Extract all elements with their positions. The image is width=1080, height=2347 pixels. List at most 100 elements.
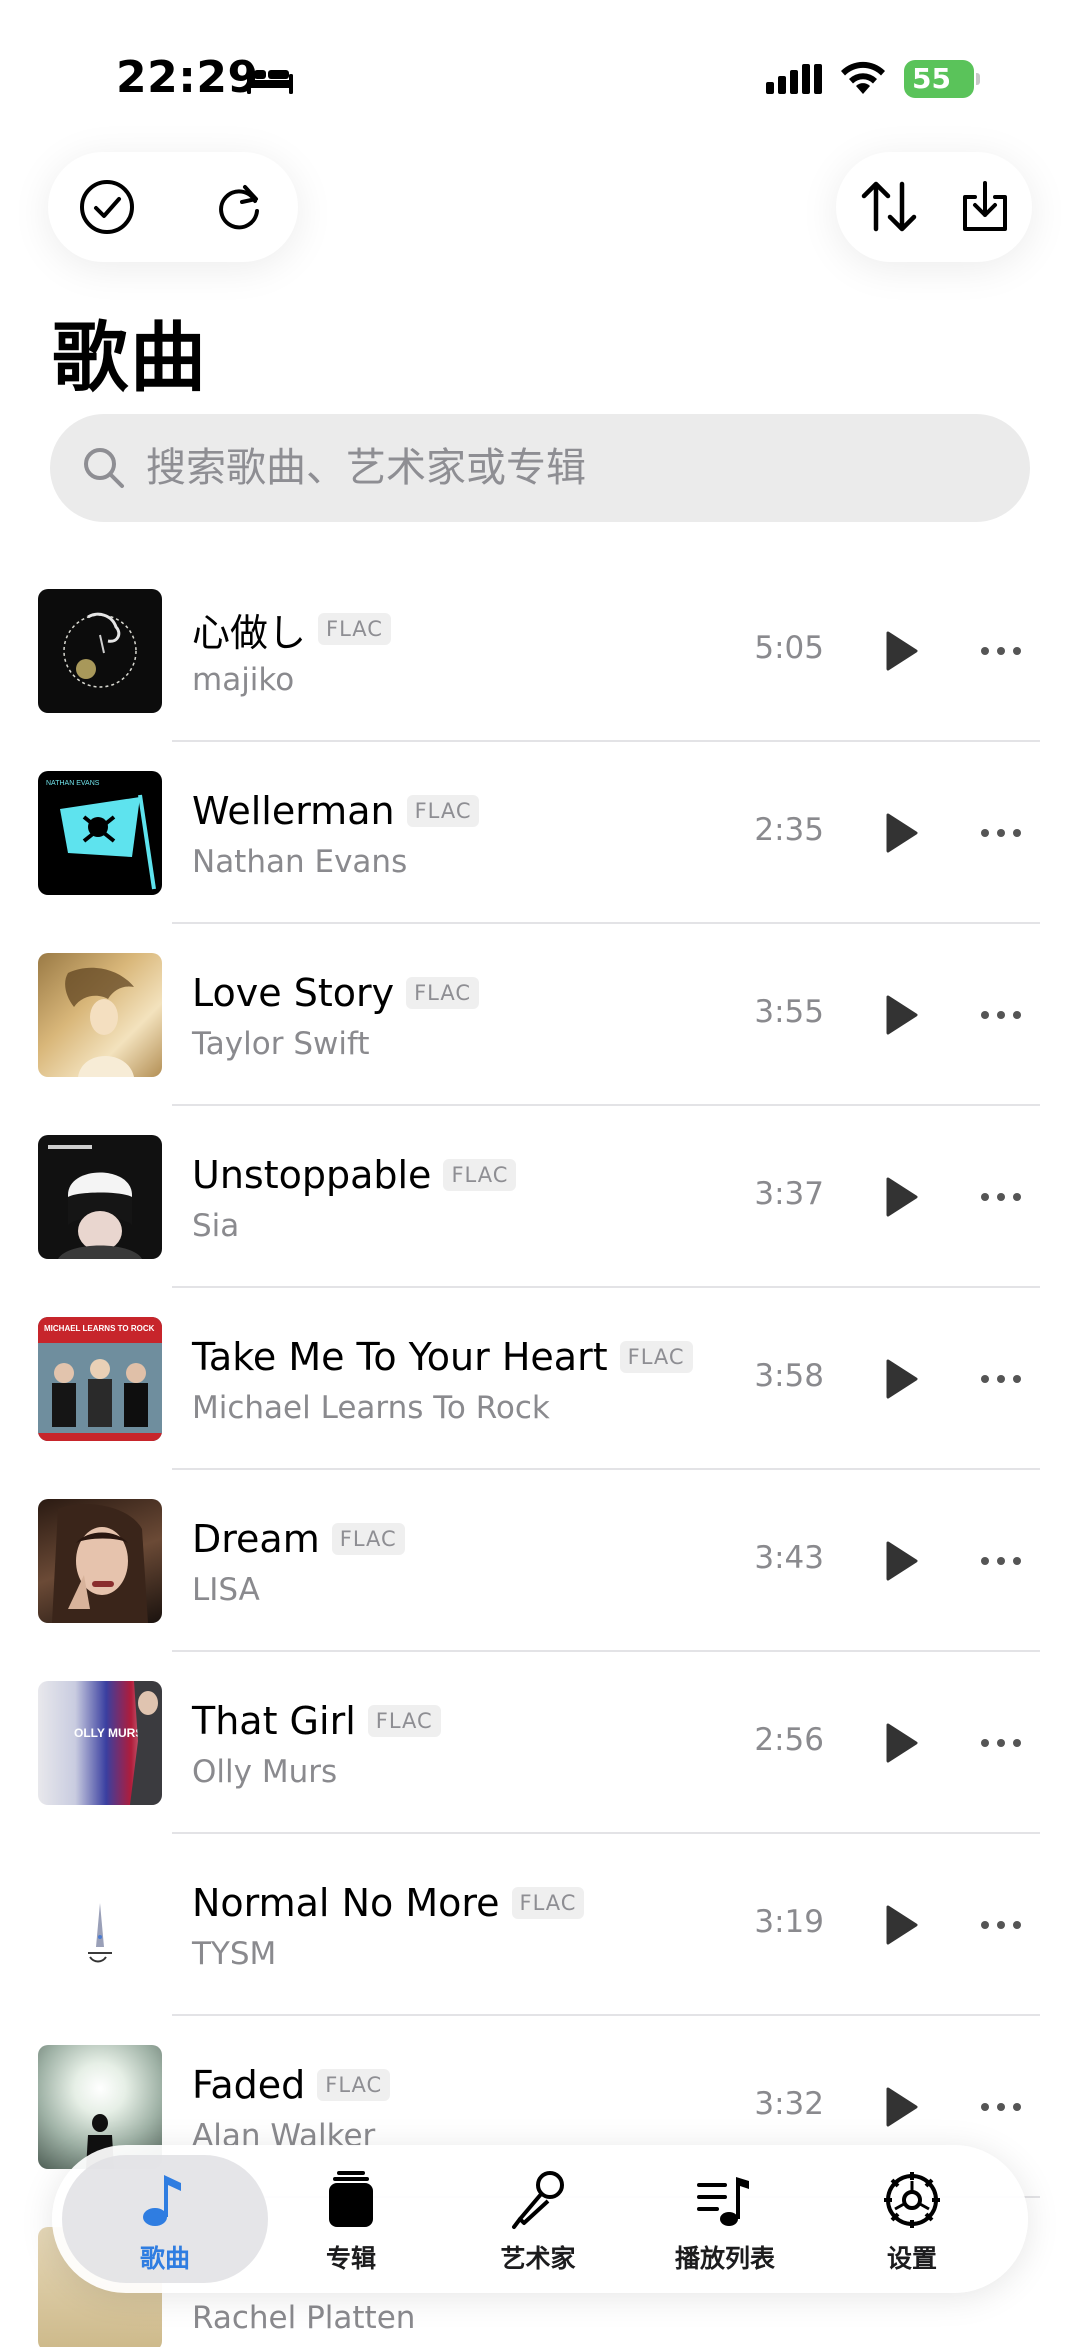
song-row[interactable]: 心做し FLAC majiko 5:05 bbox=[0, 560, 1080, 742]
song-title: 心做し bbox=[192, 610, 307, 655]
tab-bar: 歌曲 专辑 艺术家 播放列表 设置 bbox=[52, 2145, 1028, 2293]
album-cover bbox=[38, 953, 162, 1077]
tab-songs[interactable]: 歌曲 bbox=[62, 2155, 268, 2283]
song-duration: 2:35 bbox=[754, 812, 824, 848]
search-icon bbox=[84, 448, 124, 488]
song-title: Faded bbox=[192, 2063, 306, 2107]
tab-label: 专辑 bbox=[325, 2244, 376, 2273]
cover-text: MICHAEL LEARNS TO ROCK bbox=[44, 1324, 155, 1333]
play-icon[interactable] bbox=[878, 1174, 924, 1220]
tab-label: 艺术家 bbox=[500, 2244, 576, 2273]
tab-playlists[interactable]: 播放列表 bbox=[622, 2155, 828, 2283]
song-row[interactable]: Dream FLAC LISA 3:43 bbox=[0, 1470, 1080, 1652]
battery-indicator: 55 bbox=[904, 60, 980, 98]
status-time: 22:29 bbox=[116, 52, 259, 103]
song-row[interactable]: NATHAN EVANS Wellerman FLAC Nathan Evans… bbox=[0, 742, 1080, 924]
song-artist: Olly Murs bbox=[192, 1754, 338, 1790]
tab-label: 歌曲 bbox=[139, 2244, 190, 2273]
play-icon[interactable] bbox=[878, 2084, 924, 2130]
play-icon[interactable] bbox=[878, 1720, 924, 1766]
format-badge: FLAC bbox=[511, 1887, 585, 1919]
play-icon[interactable] bbox=[878, 810, 924, 856]
song-title: Normal No More bbox=[192, 1881, 500, 1925]
format-badge: FLAC bbox=[331, 1523, 405, 1555]
song-title: Love Story bbox=[192, 971, 395, 1015]
song-duration: 3:19 bbox=[754, 1904, 824, 1940]
battery-level: 55 bbox=[904, 60, 974, 98]
album-cover: NATHAN EVANS bbox=[38, 771, 162, 895]
import-button[interactable] bbox=[952, 174, 1018, 240]
tab-albums[interactable]: 专辑 bbox=[248, 2155, 454, 2283]
song-row[interactable]: Love Story FLAC Taylor Swift 3:55 bbox=[0, 924, 1080, 1106]
song-artist: TYSM bbox=[192, 1936, 277, 1972]
refresh-button[interactable] bbox=[206, 174, 272, 240]
more-options-icon[interactable] bbox=[976, 1728, 1026, 1758]
sort-button[interactable] bbox=[856, 174, 922, 240]
song-artist: Michael Learns To Rock bbox=[192, 1390, 550, 1426]
cellular-signal-icon bbox=[766, 64, 822, 94]
album-cover bbox=[38, 1499, 162, 1623]
play-icon[interactable] bbox=[878, 992, 924, 1038]
play-icon[interactable] bbox=[878, 1538, 924, 1584]
tab-label: 设置 bbox=[886, 2244, 937, 2273]
format-badge: FLAC bbox=[619, 1341, 693, 1373]
play-icon[interactable] bbox=[878, 1356, 924, 1402]
more-options-icon[interactable] bbox=[976, 1364, 1026, 1394]
tab-settings[interactable]: 设置 bbox=[809, 2155, 1015, 2283]
more-options-icon[interactable] bbox=[976, 2092, 1026, 2122]
search-input[interactable] bbox=[146, 414, 1006, 522]
song-artist: Sia bbox=[192, 1208, 240, 1244]
tab-label: 播放列表 bbox=[674, 2244, 775, 2273]
song-title: That Girl bbox=[192, 1699, 356, 1743]
play-icon[interactable] bbox=[878, 628, 924, 674]
more-options-icon[interactable] bbox=[976, 636, 1026, 666]
song-artist: majiko bbox=[192, 662, 295, 698]
song-row[interactable]: OLLY MURS That Girl FLAC Olly Murs 2:56 bbox=[0, 1652, 1080, 1834]
sort-arrows-icon bbox=[861, 181, 917, 232]
song-duration: 3:58 bbox=[754, 1358, 824, 1394]
search-bar[interactable] bbox=[50, 414, 1030, 522]
song-artist: LISA bbox=[192, 1572, 260, 1608]
top-left-toolbar bbox=[48, 152, 298, 262]
format-badge: FLAC bbox=[406, 795, 480, 827]
song-row[interactable]: Normal No More FLAC TYSM 3:19 bbox=[0, 1834, 1080, 2016]
more-options-icon[interactable] bbox=[976, 818, 1026, 848]
format-badge: FLAC bbox=[317, 2069, 391, 2101]
song-duration: 3:32 bbox=[754, 2086, 824, 2122]
more-options-icon[interactable] bbox=[976, 1000, 1026, 1030]
song-list: 心做し FLAC majiko 5:05 NATHAN EVANS Weller… bbox=[0, 560, 1080, 2347]
more-options-icon[interactable] bbox=[976, 1546, 1026, 1576]
song-title: Wellerman bbox=[192, 789, 395, 833]
cover-text: NATHAN EVANS bbox=[46, 780, 100, 787]
download-tray-icon bbox=[963, 181, 1007, 231]
microphone-icon bbox=[512, 2171, 564, 2229]
battery-tip bbox=[976, 73, 980, 85]
album-cover bbox=[38, 1135, 162, 1259]
song-title: Dream bbox=[192, 1517, 320, 1561]
album-cover bbox=[38, 589, 162, 713]
song-artist: Nathan Evans bbox=[192, 844, 408, 880]
song-duration: 3:43 bbox=[754, 1540, 824, 1576]
select-button[interactable] bbox=[74, 174, 140, 240]
refresh-icon bbox=[219, 185, 259, 230]
song-row[interactable]: Unstoppable FLAC Sia 3:37 bbox=[0, 1106, 1080, 1288]
tab-artists[interactable]: 艺术家 bbox=[435, 2155, 641, 2283]
wifi-icon bbox=[841, 61, 885, 94]
sleep-focus-icon bbox=[247, 66, 293, 94]
playlist-icon bbox=[697, 2177, 749, 2226]
album-cover: MICHAEL LEARNS TO ROCK bbox=[38, 1317, 162, 1441]
album-cover: OLLY MURS bbox=[38, 1681, 162, 1805]
format-badge: FLAC bbox=[443, 1159, 517, 1191]
play-icon[interactable] bbox=[878, 1902, 924, 1948]
song-title: Unstoppable bbox=[192, 1153, 432, 1197]
song-title: Take Me To Your Heart bbox=[192, 1335, 608, 1379]
song-artist: Taylor Swift bbox=[192, 1026, 370, 1062]
more-options-icon[interactable] bbox=[976, 1182, 1026, 1212]
song-row[interactable]: MICHAEL LEARNS TO ROCK Take Me To Your H… bbox=[0, 1288, 1080, 1470]
more-options-icon[interactable] bbox=[976, 1910, 1026, 1940]
album-stack-icon bbox=[329, 2171, 373, 2227]
checkmark-circle-icon bbox=[80, 180, 134, 234]
gear-icon bbox=[884, 2172, 940, 2228]
format-badge: FLAC bbox=[318, 613, 391, 645]
format-badge: FLAC bbox=[367, 1705, 441, 1737]
